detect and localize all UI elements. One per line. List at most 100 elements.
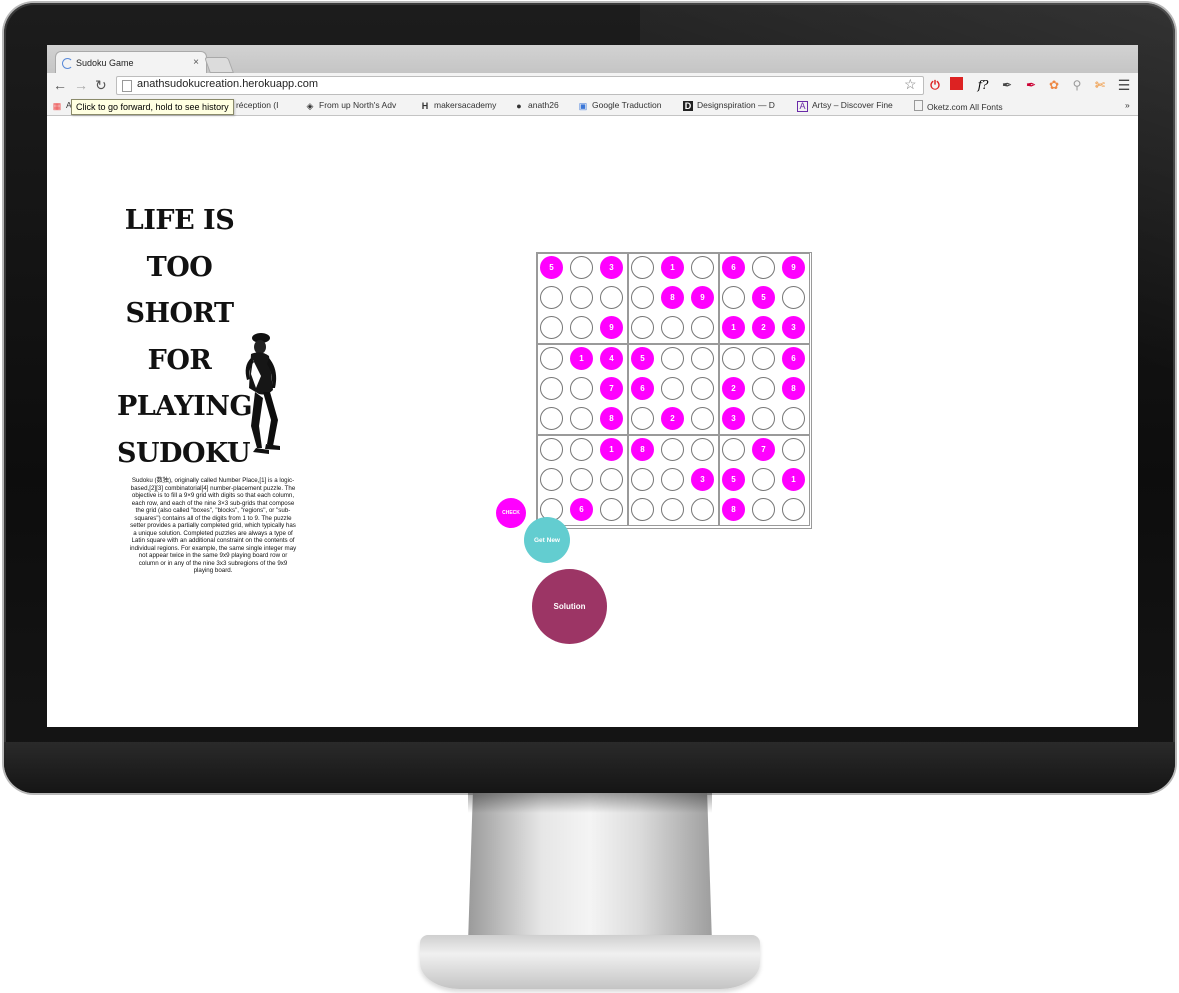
sudoku-cell[interactable]: 3 (782, 316, 805, 339)
sudoku-cell[interactable] (691, 316, 714, 339)
sudoku-cell[interactable] (540, 407, 563, 430)
sudoku-cell[interactable]: 7 (600, 377, 623, 400)
sudoku-cell[interactable] (540, 468, 563, 491)
bookmarks-overflow[interactable]: » (1125, 100, 1130, 110)
sudoku-cell[interactable] (661, 377, 684, 400)
new-tab-button[interactable] (204, 57, 234, 73)
sudoku-cell[interactable] (631, 316, 654, 339)
sudoku-cell[interactable] (752, 498, 775, 521)
sudoku-cell[interactable] (600, 286, 623, 309)
sudoku-cell[interactable]: 5 (722, 468, 745, 491)
sudoku-cell[interactable]: 1 (570, 347, 593, 370)
bookmark-google-traduction[interactable]: ▣ Google Traduction (578, 100, 662, 111)
sudoku-cell[interactable] (752, 468, 775, 491)
sudoku-cell[interactable] (570, 377, 593, 400)
sudoku-cell[interactable] (691, 498, 714, 521)
sudoku-cell[interactable]: 8 (661, 286, 684, 309)
sudoku-cell[interactable]: 7 (752, 438, 775, 461)
sudoku-cell[interactable] (570, 316, 593, 339)
sudoku-cell[interactable] (691, 347, 714, 370)
bookmark-reception[interactable]: le réception (I (227, 100, 279, 110)
sudoku-cell[interactable] (752, 347, 775, 370)
sudoku-cell[interactable] (540, 347, 563, 370)
menu-icon[interactable]: ☰ (1116, 77, 1132, 93)
sudoku-cell[interactable]: 5 (540, 256, 563, 279)
sudoku-cell[interactable]: 8 (722, 498, 745, 521)
extension-font-icon[interactable]: f? (975, 77, 991, 93)
extension-red-icon[interactable] (950, 77, 963, 90)
sudoku-cell[interactable] (631, 407, 654, 430)
bookmark-anath26[interactable]: ● anath26 (514, 100, 558, 111)
sudoku-cell[interactable] (691, 438, 714, 461)
sudoku-cell[interactable]: 8 (782, 377, 805, 400)
sudoku-cell[interactable] (722, 438, 745, 461)
extension-power-icon[interactable]: ⏻ (927, 77, 943, 93)
sudoku-cell[interactable]: 3 (722, 407, 745, 430)
sudoku-cell[interactable] (691, 407, 714, 430)
sudoku-cell[interactable]: 3 (600, 256, 623, 279)
sudoku-cell[interactable]: 1 (782, 468, 805, 491)
sudoku-cell[interactable]: 9 (600, 316, 623, 339)
sudoku-cell[interactable] (782, 438, 805, 461)
color-wheel-icon[interactable]: ✿ (1046, 77, 1062, 93)
tab-sudoku-game[interactable]: Sudoku Game × (55, 51, 207, 74)
scissors-icon[interactable]: ✄ (1092, 77, 1108, 93)
sudoku-cell[interactable] (600, 498, 623, 521)
bookmark-from-up-north[interactable]: ◈ From up North's Adv (305, 100, 397, 111)
sudoku-cell[interactable]: 6 (631, 377, 654, 400)
bookmark-star-icon[interactable]: ☆ (904, 76, 917, 93)
sudoku-cell[interactable] (631, 498, 654, 521)
sudoku-cell[interactable] (631, 256, 654, 279)
bookmark-makersacademy[interactable]: Hmakersacademy (420, 100, 497, 111)
sudoku-cell[interactable]: 5 (752, 286, 775, 309)
sudoku-cell[interactable] (540, 316, 563, 339)
sudoku-cell[interactable]: 4 (600, 347, 623, 370)
sudoku-cell[interactable]: 8 (631, 438, 654, 461)
solution-button[interactable]: Solution (532, 569, 607, 644)
bookmark-artsy[interactable]: A Artsy – Discover Fine (797, 100, 893, 112)
sudoku-cell[interactable] (661, 316, 684, 339)
reload-icon[interactable]: ↻ (95, 76, 107, 94)
sudoku-cell[interactable]: 1 (600, 438, 623, 461)
sudoku-cell[interactable] (722, 286, 745, 309)
back-icon[interactable]: ← (53, 76, 67, 94)
sudoku-cell[interactable] (661, 468, 684, 491)
sudoku-cell[interactable] (570, 438, 593, 461)
sudoku-cell[interactable]: 8 (600, 407, 623, 430)
sudoku-cell[interactable]: 2 (752, 316, 775, 339)
sudoku-cell[interactable] (661, 438, 684, 461)
sudoku-cell[interactable] (782, 498, 805, 521)
color-picker-icon[interactable]: ✒ (1023, 77, 1039, 93)
sudoku-cell[interactable] (570, 286, 593, 309)
sudoku-cell[interactable] (782, 286, 805, 309)
bookmark-apps[interactable]: ▦ A (52, 100, 72, 111)
sudoku-cell[interactable] (600, 468, 623, 491)
sudoku-cell[interactable] (570, 407, 593, 430)
sudoku-cell[interactable] (540, 286, 563, 309)
sudoku-cell[interactable] (661, 498, 684, 521)
sudoku-cell[interactable] (722, 347, 745, 370)
sudoku-cell[interactable] (661, 347, 684, 370)
sudoku-cell[interactable]: 3 (691, 468, 714, 491)
sudoku-cell[interactable]: 9 (782, 256, 805, 279)
sudoku-cell[interactable] (691, 256, 714, 279)
get-new-button[interactable]: Get New (524, 517, 570, 563)
sudoku-cell[interactable]: 6 (782, 347, 805, 370)
sudoku-cell[interactable] (782, 407, 805, 430)
sudoku-cell[interactable]: 9 (691, 286, 714, 309)
sudoku-cell[interactable] (631, 468, 654, 491)
sudoku-cell[interactable] (752, 256, 775, 279)
bookmark-designspiration[interactable]: D Designspiration — D (683, 100, 775, 111)
sudoku-cell[interactable] (691, 377, 714, 400)
sudoku-cell[interactable]: 2 (661, 407, 684, 430)
check-button[interactable]: CHECK (496, 498, 526, 528)
forward-icon[interactable]: → (74, 76, 88, 94)
bookmark-oketz[interactable]: Oketz.com All Fonts (914, 100, 1003, 112)
sudoku-cell[interactable]: 2 (722, 377, 745, 400)
sudoku-cell[interactable]: 5 (631, 347, 654, 370)
sudoku-cell[interactable] (752, 377, 775, 400)
sudoku-cell[interactable]: 1 (661, 256, 684, 279)
sudoku-cell[interactable] (540, 377, 563, 400)
sudoku-cell[interactable]: 6 (570, 498, 593, 521)
sudoku-cell[interactable] (570, 256, 593, 279)
